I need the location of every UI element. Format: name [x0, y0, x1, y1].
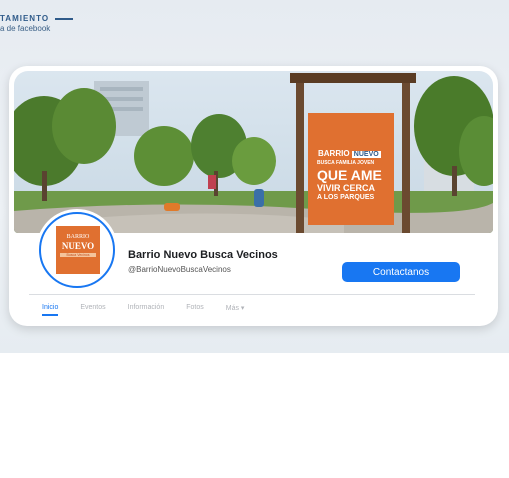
sign-brand: BARRIO NUEVO [318, 149, 381, 158]
avatar-logo: BARRIO NUEVO Busca Vecinos [56, 226, 100, 274]
sign-line-2: QUE AME [317, 167, 382, 183]
avatar-logo-sub: Busca Vecinos [60, 253, 96, 257]
tab-inicio[interactable]: Inicio [42, 304, 58, 316]
sign-line-4: A LOS PARQUES [317, 194, 375, 201]
page-handle: @BarrioNuevoBuscaVecinos [128, 265, 231, 274]
tab-mas[interactable]: Más ▾ [226, 304, 245, 316]
cover-photo: BARRIO NUEVO BUSCA FAMILIA JOVEN QUE AME… [14, 71, 493, 233]
tab-eventos[interactable]: Eventos [80, 304, 105, 316]
top-caption: TAMIENTO a de facebook [0, 14, 74, 34]
page-title: Barrio Nuevo Busca Vecinos [128, 249, 278, 261]
divider [29, 294, 475, 295]
avatar-logo-main: NUEVO [61, 241, 95, 251]
sign-brand-right: NUEVO [351, 151, 381, 158]
tab-informacion[interactable]: Información [128, 304, 165, 316]
contact-button[interactable]: Contactanos [342, 262, 460, 282]
tab-fotos[interactable]: Fotos [186, 304, 204, 316]
page-tabs: Inicio Eventos Información Fotos Más ▾ [42, 304, 266, 316]
sign-line-3: VIVIR CERCA [317, 183, 376, 193]
caption-rule [55, 18, 74, 20]
caption-title: TAMIENTO [0, 14, 50, 23]
profile-avatar[interactable]: BARRIO NUEVO Busca Vecinos [39, 212, 115, 288]
cover-illustration [14, 71, 493, 233]
caption-line-1: TAMIENTO [0, 14, 74, 24]
avatar-logo-top: BARRIO [66, 234, 90, 240]
caption-line-2: a de facebook [0, 24, 51, 33]
sign-line-1: BUSCA FAMILIA JOVEN [317, 160, 375, 166]
facebook-page-card: BARRIO NUEVO BUSCA FAMILIA JOVEN QUE AME… [9, 66, 498, 326]
sign-brand-left: BARRIO [318, 149, 350, 158]
